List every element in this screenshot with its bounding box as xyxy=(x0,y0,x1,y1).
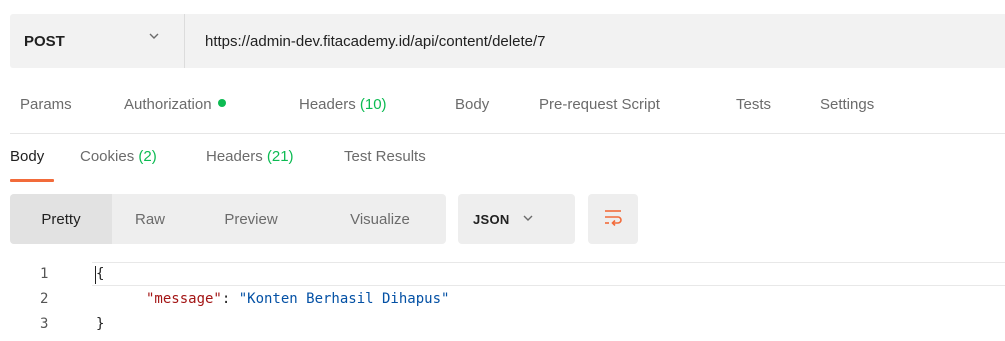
pretty-button[interactable]: Pretty xyxy=(10,194,112,244)
tab-tests[interactable]: Tests xyxy=(736,96,771,113)
response-tab-cookies-count: (2) xyxy=(138,148,157,165)
json-entry: "message": "Konten Berhasil Dihapus" xyxy=(146,291,449,307)
tab-authorization-label: Authorization xyxy=(124,96,212,113)
request-bar: POST https://admin-dev.fitacademy.id/api… xyxy=(10,14,1005,68)
open-brace: { xyxy=(96,266,105,282)
tab-pre-request-script[interactable]: Pre-request Script xyxy=(539,96,660,113)
wrap-lines-icon xyxy=(603,208,623,231)
json-colon: : xyxy=(221,291,239,307)
visualize-button[interactable]: Visualize xyxy=(314,194,446,244)
tab-authorization[interactable]: Authorization xyxy=(124,96,226,113)
active-line-highlight xyxy=(92,262,1005,286)
chevron-down-icon xyxy=(522,211,534,228)
tab-headers[interactable]: Headers (10) xyxy=(299,96,387,113)
chevron-down-icon xyxy=(148,29,160,46)
tab-settings[interactable]: Settings xyxy=(820,96,874,113)
line-number: 2 xyxy=(40,291,49,307)
tab-body[interactable]: Body xyxy=(455,96,489,113)
divider xyxy=(10,133,1005,134)
json-value: "Konten Berhasil Dihapus" xyxy=(238,291,450,307)
response-body-code[interactable]: 1 2 3 { "message": "Konten Berhasil Diha… xyxy=(0,262,1005,341)
tab-headers-count: (10) xyxy=(359,96,387,113)
format-select[interactable]: JSON xyxy=(458,194,575,244)
response-tab-cookies-label: Cookies xyxy=(80,148,135,165)
format-label: JSON xyxy=(473,211,510,227)
response-tab-headers-count: (21) xyxy=(266,148,294,165)
response-tab-test-results[interactable]: Test Results xyxy=(344,148,426,165)
url-input[interactable]: https://admin-dev.fitacademy.id/api/cont… xyxy=(205,33,545,50)
request-tabs: Params Authorization Headers (10) Body P… xyxy=(0,88,1005,128)
response-tab-body[interactable]: Body xyxy=(10,148,44,165)
tab-headers-label: Headers xyxy=(299,96,356,113)
response-tab-cookies[interactable]: Cookies (2) xyxy=(80,148,157,165)
wrap-lines-button[interactable] xyxy=(588,194,638,244)
response-tab-headers[interactable]: Headers (21) xyxy=(206,148,294,165)
close-brace: } xyxy=(96,316,105,332)
method-select[interactable]: POST xyxy=(10,14,185,68)
active-tab-underline xyxy=(10,179,54,182)
json-key: "message" xyxy=(146,291,222,307)
view-mode-group: Pretty Raw Preview Visualize xyxy=(10,194,446,244)
method-label: POST xyxy=(24,32,65,50)
response-tab-headers-label: Headers xyxy=(206,148,263,165)
preview-button[interactable]: Preview xyxy=(188,194,314,244)
status-dot-icon xyxy=(217,99,226,107)
raw-button[interactable]: Raw xyxy=(112,194,188,244)
line-number: 1 xyxy=(40,266,49,282)
tab-params[interactable]: Params xyxy=(20,96,72,113)
line-number: 3 xyxy=(40,316,49,332)
